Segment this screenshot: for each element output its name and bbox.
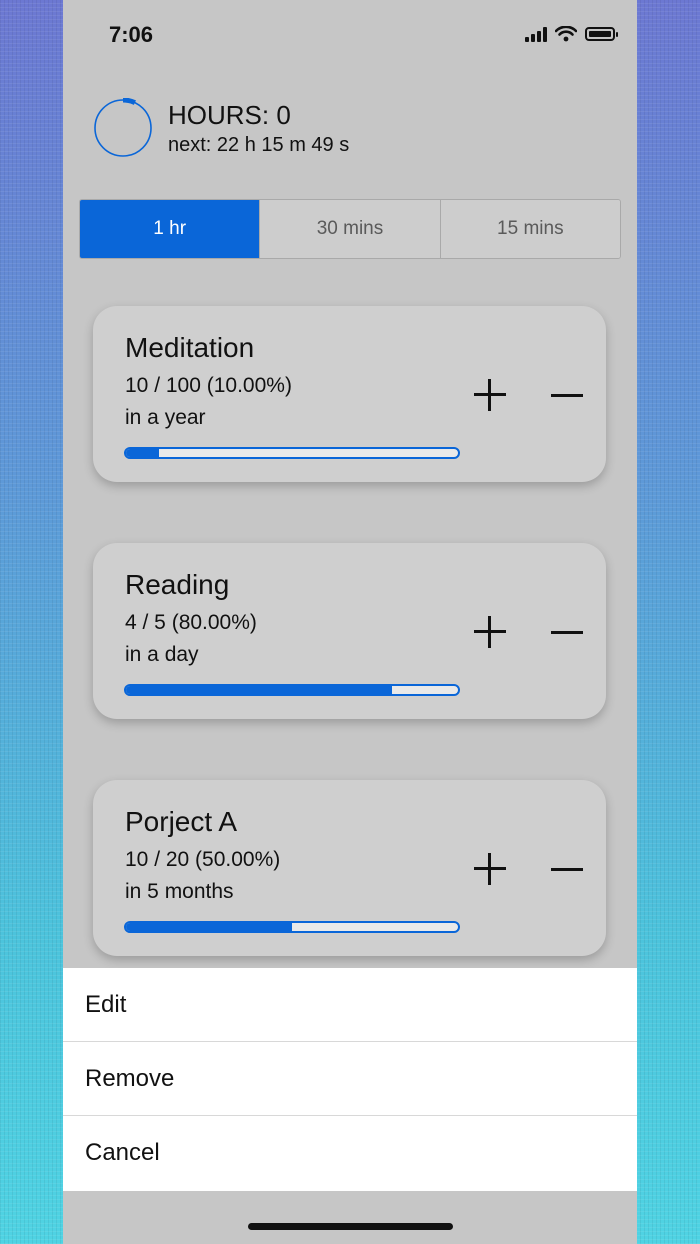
plus-icon	[474, 379, 506, 411]
battery-icon	[585, 27, 618, 41]
goal-progress-fill	[126, 923, 292, 931]
goal-progress-fill	[126, 449, 160, 457]
minus-icon	[551, 393, 583, 397]
status-bar: 7:06	[63, 0, 637, 70]
status-time: 7:06	[109, 22, 154, 47]
remove-button[interactable]: Remove	[63, 1042, 637, 1116]
cellular-signal-icon	[525, 26, 547, 42]
action-sheet: Edit Remove Cancel	[63, 968, 637, 1191]
tab-15-mins[interactable]: 15 mins	[440, 200, 620, 258]
minus-icon	[551, 867, 583, 871]
goal-name: Reading	[125, 569, 230, 600]
goal-period: in 5 months	[125, 880, 234, 903]
goal-progress-bar	[124, 921, 460, 933]
goal-progress-bar	[124, 447, 460, 459]
increment-button[interactable]	[470, 846, 510, 892]
tab-30-mins[interactable]: 30 mins	[260, 200, 441, 258]
goal-count: 10 / 20 (50.00%)	[125, 848, 281, 871]
wifi-icon	[555, 26, 577, 42]
minus-icon	[551, 630, 583, 634]
hours-summary: HOURS: 0 next: 22 h 15 m 49 s	[93, 98, 593, 160]
next-countdown: next: 22 h 15 m 49 s	[168, 134, 350, 156]
goal-name: Porject A	[125, 806, 238, 837]
goal-card[interactable]: Meditation 10 / 100 (10.00%) in a year	[93, 306, 606, 482]
plus-icon	[474, 616, 506, 648]
goal-period: in a day	[125, 643, 199, 666]
goal-period: in a year	[125, 406, 206, 429]
increment-button[interactable]	[470, 609, 510, 655]
decrement-button[interactable]	[547, 846, 587, 892]
goal-count: 10 / 100 (10.00%)	[125, 374, 292, 397]
decrement-button[interactable]	[547, 372, 587, 418]
goal-progress-bar	[124, 684, 460, 696]
tab-1-hr[interactable]: 1 hr	[80, 200, 261, 258]
goal-progress-fill	[126, 686, 392, 694]
home-indicator[interactable]	[248, 1223, 453, 1230]
status-icons	[525, 26, 618, 42]
increment-button[interactable]	[470, 372, 510, 418]
cancel-button[interactable]: Cancel	[63, 1116, 637, 1190]
hours-title: HOURS: 0	[168, 100, 291, 130]
goal-count: 4 / 5 (80.00%)	[125, 611, 257, 634]
app-screen: 7:06 HOURS: 0 next: 22 h 15 m 49 s 1 hr …	[63, 0, 637, 1244]
decrement-button[interactable]	[547, 609, 587, 655]
progress-ring-icon	[94, 98, 152, 157]
goal-name: Meditation	[125, 332, 255, 363]
plus-icon	[474, 853, 506, 885]
goal-card[interactable]: Porject A 10 / 20 (50.00%) in 5 months	[93, 780, 606, 956]
interval-segmented-control: 1 hr 30 mins 15 mins	[79, 199, 621, 259]
goal-card[interactable]: Reading 4 / 5 (80.00%) in a day	[93, 543, 606, 719]
edit-button[interactable]: Edit	[63, 968, 637, 1042]
